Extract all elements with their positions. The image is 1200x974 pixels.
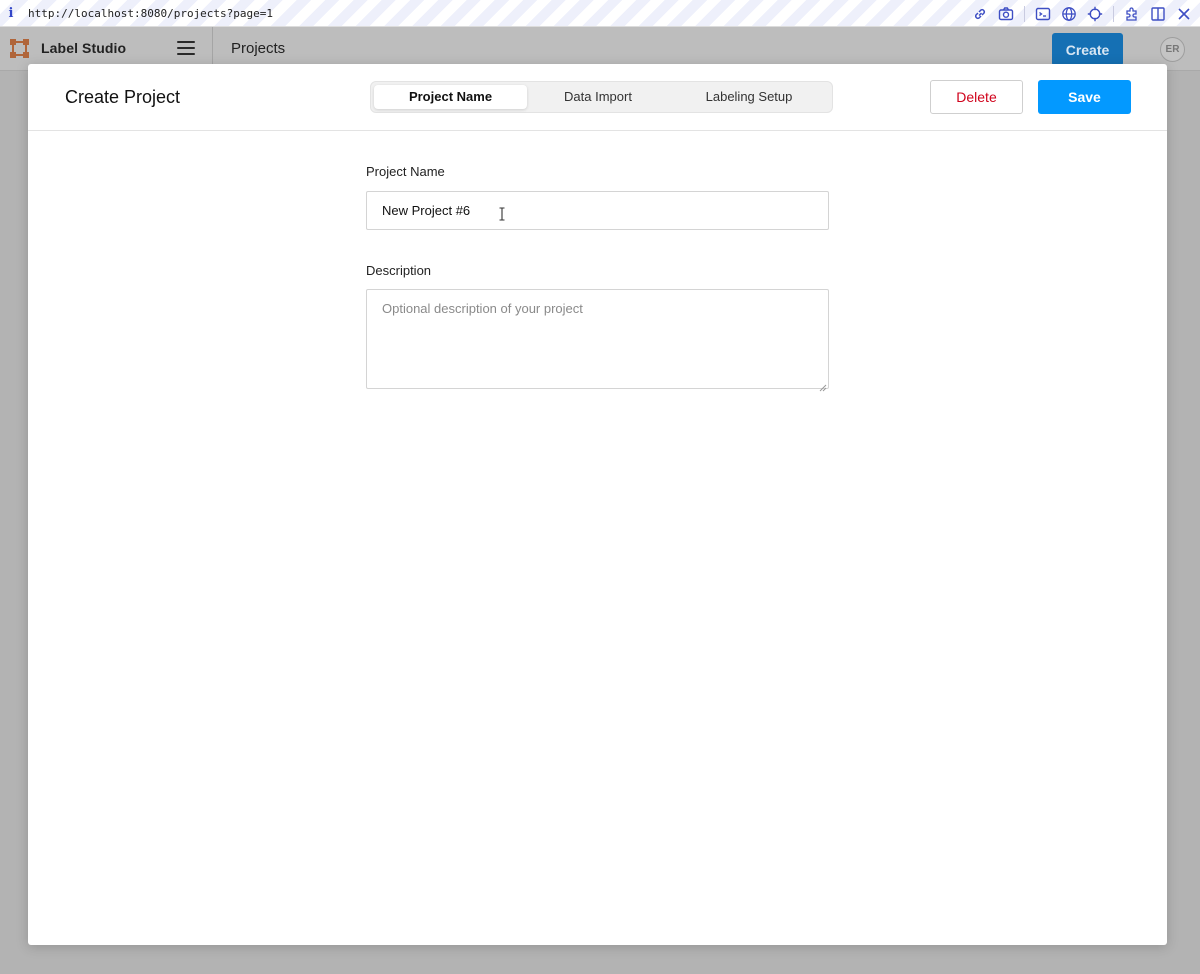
create-project-modal: Create Project Project Name Data Import …: [28, 64, 1167, 945]
text-cursor-icon: [498, 207, 506, 221]
info-icon[interactable]: i: [0, 6, 22, 21]
wizard-tabs: Project Name Data Import Labeling Setup: [370, 81, 833, 113]
tab-labeling-setup[interactable]: Labeling Setup: [671, 85, 827, 109]
label-studio-logo-icon[interactable]: [9, 38, 30, 59]
toolbar-divider: [1113, 5, 1114, 22]
project-name-label: Project Name: [366, 164, 445, 179]
globe-icon[interactable]: [1061, 6, 1077, 22]
terminal-icon[interactable]: [1035, 6, 1051, 22]
tab-project-name[interactable]: Project Name: [374, 85, 527, 109]
description-textarea[interactable]: [366, 289, 829, 389]
extension-icon[interactable]: [1124, 6, 1140, 22]
create-project-button[interactable]: Create: [1052, 33, 1123, 66]
url-text[interactable]: http://localhost:8080/projects?page=1: [28, 7, 273, 20]
delete-button[interactable]: Delete: [930, 80, 1023, 114]
tab-data-import[interactable]: Data Import: [529, 85, 667, 109]
toolbar-divider: [1024, 5, 1025, 22]
browser-url-bar: i http://localhost:8080/projects?page=1: [0, 0, 1200, 27]
camera-icon[interactable]: [998, 6, 1014, 22]
resize-grip-icon[interactable]: [819, 379, 827, 392]
close-icon[interactable]: [1176, 6, 1192, 22]
project-name-input[interactable]: [366, 191, 829, 230]
modal-title: Create Project: [65, 87, 181, 107]
crosshair-icon[interactable]: [1087, 6, 1103, 22]
link-icon[interactable]: [972, 6, 988, 22]
split-view-icon[interactable]: [1150, 6, 1166, 22]
avatar[interactable]: ER: [1160, 37, 1185, 62]
breadcrumb-projects: Projects: [231, 40, 286, 57]
description-label: Description: [366, 263, 432, 278]
browser-toolbar: [972, 0, 1192, 27]
save-button[interactable]: Save: [1038, 80, 1131, 114]
modal-header: Create Project Project Name Data Import …: [28, 64, 1167, 131]
brand-name[interactable]: Label Studio: [41, 40, 126, 56]
menu-icon[interactable]: [177, 41, 195, 55]
